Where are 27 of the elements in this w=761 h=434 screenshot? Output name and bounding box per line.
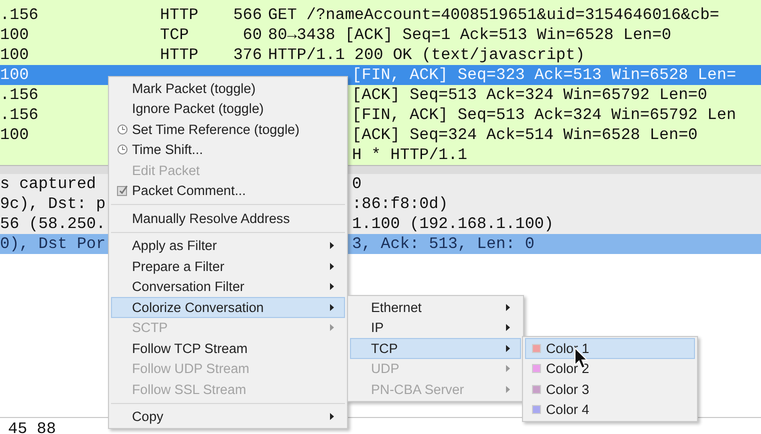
- detail-text: 0), Dst Por: [0, 234, 106, 254]
- table-cell-text: 100: [0, 45, 30, 65]
- table-cell-text: HTTP: [160, 5, 200, 25]
- table-cell-text: .156: [0, 85, 40, 105]
- detail-text: :86:f8:0d): [352, 194, 448, 214]
- table-cell: [ACK] Seq=324 Ack=514 Win=6528 Len=0: [352, 125, 698, 145]
- table-cell-text: 100: [0, 125, 30, 145]
- detail-text: 9c), Dst: p: [0, 194, 106, 214]
- table-cell-text: .156: [0, 5, 40, 25]
- table-cell-text: 376: [232, 45, 262, 65]
- table-cell-text: 100: [0, 25, 30, 45]
- table-cell: 80→3438 [ACK] Seq=1 Ack=513 Win=6528 Len=0: [268, 25, 672, 45]
- table-cell-text: HTTP: [160, 45, 200, 65]
- detail-text: 1.100 (192.168.1.100): [352, 214, 554, 234]
- table-cell-text: TCP: [160, 25, 190, 45]
- table-cell: HTTP/1.1 200 OK (text/javascript): [268, 45, 585, 65]
- detail-text: s captured: [0, 174, 98, 194]
- hex-text: 45 88: [8, 420, 56, 434]
- detail-text: 0: [352, 174, 362, 194]
- table-cell: H * HTTP/1.1: [352, 145, 468, 165]
- table-cell-text: .156: [0, 105, 40, 125]
- table-cell-text: 100: [0, 65, 30, 85]
- detail-text: 56 (58.250.: [0, 214, 106, 234]
- detail-text: 3, Ack: 513, Len: 0: [352, 234, 534, 254]
- table-cell-text: 60: [242, 25, 262, 45]
- table-cell-text: 566: [232, 5, 262, 25]
- table-cell: GET /?nameAccount=4008519651&uid=3154646016&cb=: [268, 5, 720, 25]
